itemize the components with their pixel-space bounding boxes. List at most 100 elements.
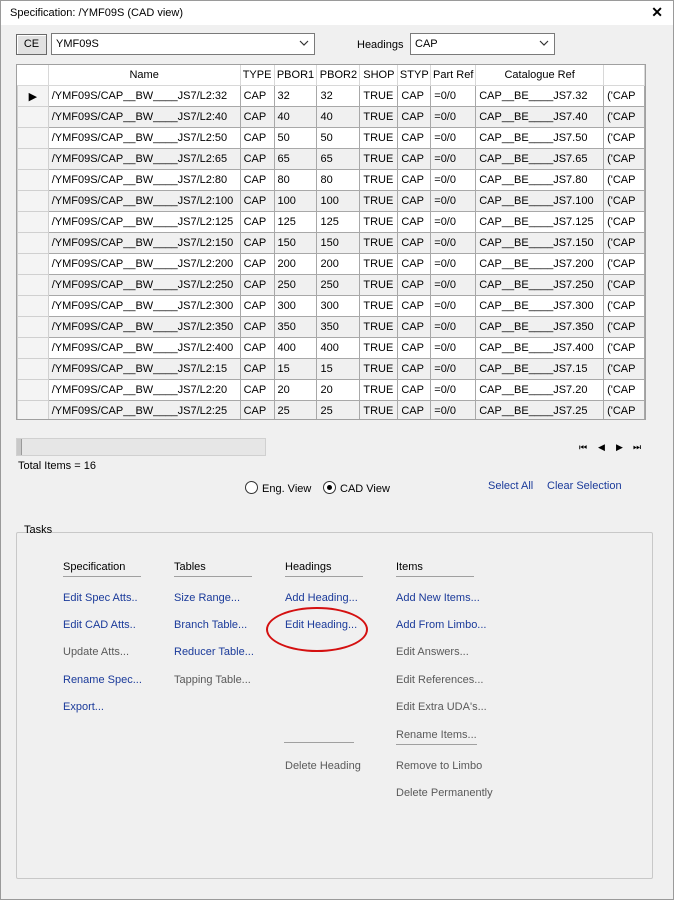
add-heading-link[interactable]: Add Heading...	[285, 592, 358, 604]
last-page-icon[interactable]: ⏭	[633, 442, 641, 453]
table-cell[interactable]: CAP__BE____JS7.40	[475, 106, 605, 128]
table-cell[interactable]: CAP	[397, 358, 432, 380]
table-cell[interactable]: CAP	[239, 295, 275, 317]
table-cell[interactable]: 15	[273, 358, 318, 380]
column-header[interactable]: Catalogue Ref	[475, 65, 605, 86]
table-cell[interactable]: 200	[316, 253, 361, 275]
table-cell[interactable]: 65	[316, 148, 361, 170]
table-cell[interactable]: 125	[273, 211, 318, 233]
items-grid[interactable]: Name TYPE PBOR1 PBOR2 SHOP STYP Part Ref…	[16, 64, 646, 420]
table-cell[interactable]: CAP	[239, 127, 275, 149]
cad-view-radio[interactable]: CAD View	[323, 481, 390, 495]
ce-button[interactable]: CE	[16, 34, 47, 55]
table-cell[interactable]: CAP	[397, 106, 432, 128]
column-header[interactable]: PBOR2	[316, 65, 361, 86]
branch-table-link[interactable]: Branch Table...	[174, 619, 247, 631]
row-selector[interactable]	[17, 211, 49, 233]
table-cell[interactable]: TRUE	[359, 190, 399, 212]
scrollbar-thumb[interactable]	[17, 439, 22, 455]
table-cell[interactable]: 200	[273, 253, 318, 275]
edit-cad-atts-link[interactable]: Edit CAD Atts..	[63, 619, 136, 631]
table-cell[interactable]: =0/0	[430, 358, 477, 380]
table-cell[interactable]: =0/0	[430, 253, 477, 275]
table-cell[interactable]: TRUE	[359, 148, 399, 170]
select-all-link[interactable]: Select All	[488, 480, 533, 492]
table-cell[interactable]: ('CAP	[603, 127, 645, 149]
export-link[interactable]: Export...	[63, 701, 104, 713]
row-selector[interactable]	[17, 337, 49, 359]
size-range-link[interactable]: Size Range...	[174, 592, 240, 604]
table-cell[interactable]: /YMF09S/CAP__BW____JS7/L2:80	[47, 169, 241, 191]
row-selector[interactable]	[17, 127, 49, 149]
table-cell[interactable]: /YMF09S/CAP__BW____JS7/L2:25	[47, 400, 241, 419]
table-cell[interactable]: =0/0	[430, 400, 477, 419]
table-cell[interactable]: CAP	[239, 85, 275, 107]
table-cell[interactable]: /YMF09S/CAP__BW____JS7/L2:250	[47, 274, 241, 296]
table-cell[interactable]: CAP__BE____JS7.200	[475, 253, 605, 275]
table-cell[interactable]: ('CAP	[603, 337, 645, 359]
close-icon[interactable]: ✕	[651, 4, 663, 21]
table-cell[interactable]: 40	[316, 106, 361, 128]
table-cell[interactable]: CAP	[239, 274, 275, 296]
table-cell[interactable]: CAP	[397, 400, 432, 419]
row-selector[interactable]	[17, 169, 49, 191]
table-cell[interactable]: ('CAP	[603, 232, 645, 254]
row-selector[interactable]	[17, 358, 49, 380]
rename-spec-link[interactable]: Rename Spec...	[63, 674, 142, 686]
table-cell[interactable]: CAP	[397, 232, 432, 254]
table-cell[interactable]: TRUE	[359, 400, 399, 419]
table-cell[interactable]: 150	[316, 232, 361, 254]
table-cell[interactable]: ('CAP	[603, 85, 645, 107]
table-cell[interactable]: /YMF09S/CAP__BW____JS7/L2:15	[47, 358, 241, 380]
table-cell[interactable]: =0/0	[430, 337, 477, 359]
column-header[interactable]: PBOR1	[274, 65, 318, 86]
reducer-table-link[interactable]: Reducer Table...	[174, 646, 254, 658]
column-header[interactable]	[603, 65, 645, 86]
table-cell[interactable]: CAP	[239, 358, 275, 380]
table-cell[interactable]: TRUE	[359, 169, 399, 191]
table-cell[interactable]: TRUE	[359, 316, 399, 338]
table-cell[interactable]: 40	[273, 106, 318, 128]
row-selector[interactable]	[17, 400, 49, 419]
table-cell[interactable]: TRUE	[359, 274, 399, 296]
horizontal-scrollbar[interactable]	[16, 438, 266, 456]
table-cell[interactable]: CAP	[239, 400, 275, 419]
table-cell[interactable]: 350	[316, 316, 361, 338]
column-header[interactable]: Part Ref	[430, 65, 477, 86]
first-page-icon[interactable]: ⏮	[579, 442, 587, 453]
add-new-items-link[interactable]: Add New Items...	[396, 592, 480, 604]
table-cell[interactable]: 80	[273, 169, 318, 191]
table-cell[interactable]: 50	[316, 127, 361, 149]
row-selector[interactable]	[17, 190, 49, 212]
table-cell[interactable]: CAP	[239, 253, 275, 275]
table-cell[interactable]: TRUE	[359, 106, 399, 128]
table-cell[interactable]: CAP	[397, 295, 432, 317]
table-cell[interactable]: TRUE	[359, 253, 399, 275]
table-cell[interactable]: CAP	[239, 379, 275, 401]
table-cell[interactable]: 350	[273, 316, 318, 338]
table-cell[interactable]: ('CAP	[603, 295, 645, 317]
table-cell[interactable]: =0/0	[430, 274, 477, 296]
row-selector[interactable]	[17, 295, 49, 317]
table-cell[interactable]: CAP	[239, 106, 275, 128]
table-cell[interactable]: /YMF09S/CAP__BW____JS7/L2:125	[47, 211, 241, 233]
table-cell[interactable]: TRUE	[359, 85, 399, 107]
table-cell[interactable]: CAP	[239, 211, 275, 233]
column-header[interactable]: STYP	[397, 65, 432, 86]
table-cell[interactable]: =0/0	[430, 148, 477, 170]
table-row[interactable]: /YMF09S/CAP__BW____JS7/L2:150 CAP 150 150 TR…	[17, 232, 645, 254]
table-cell[interactable]: CAP__BE____JS7.65	[475, 148, 605, 170]
table-cell[interactable]: /YMF09S/CAP__BW____JS7/L2:40	[47, 106, 241, 128]
table-cell[interactable]: CAP	[239, 190, 275, 212]
table-cell[interactable]: ('CAP	[603, 358, 645, 380]
table-cell[interactable]: /YMF09S/CAP__BW____JS7/L2:200	[47, 253, 241, 275]
headings-combobox[interactable]: CAP	[410, 33, 555, 55]
table-cell[interactable]: CAP	[239, 316, 275, 338]
table-cell[interactable]: ('CAP	[603, 253, 645, 275]
table-row[interactable]: /YMF09S/CAP__BW____JS7/L2:25 CAP 25 25 TRUE C…	[17, 400, 645, 419]
table-row[interactable]: /YMF09S/CAP__BW____JS7/L2:80 CAP 80 80 TRUE C…	[17, 169, 645, 191]
table-cell[interactable]: 32	[316, 85, 361, 107]
table-cell[interactable]: CAP	[397, 85, 432, 107]
table-cell[interactable]: CAP__BE____JS7.100	[475, 190, 605, 212]
table-cell[interactable]: CAP	[397, 337, 432, 359]
